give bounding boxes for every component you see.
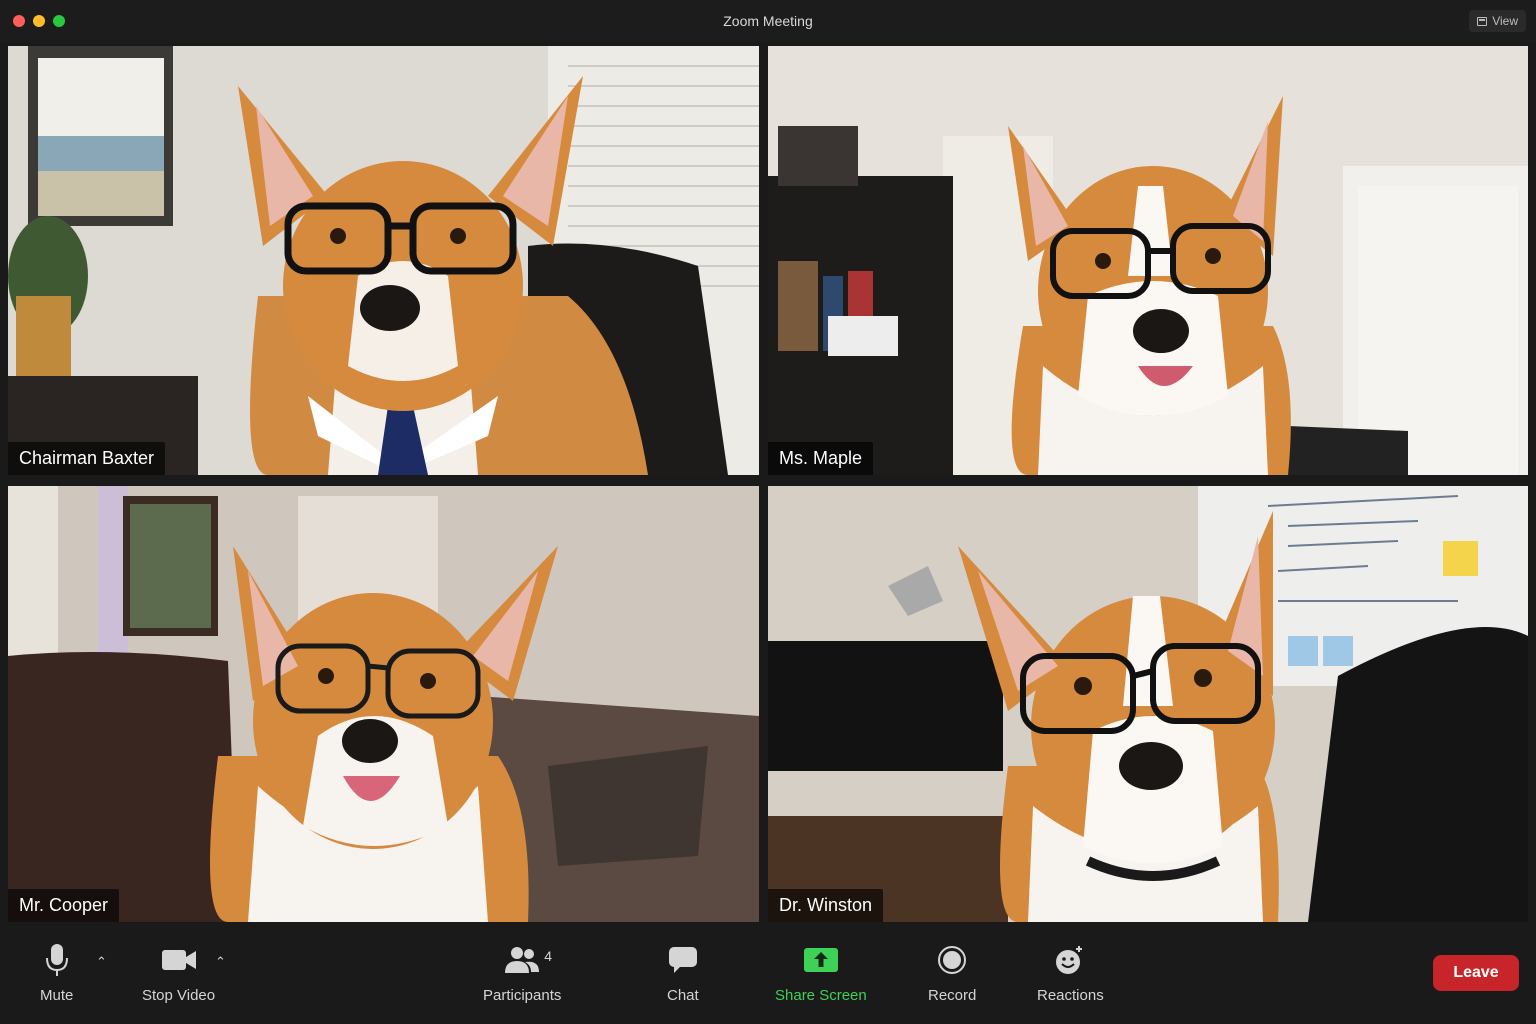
video-tile-ms-maple[interactable]: Ms. Maple — [768, 46, 1528, 475]
participants-label: Participants — [483, 987, 562, 1004]
gallery-view-icon — [1477, 16, 1488, 26]
participants-count: 4 — [544, 948, 552, 964]
video-feed-corgi-office — [768, 486, 1528, 922]
stop-video-label: Stop Video — [142, 987, 216, 1004]
share-screen-icon — [803, 942, 839, 978]
video-feed-corgi-living-room — [8, 486, 759, 922]
meeting-controls-toolbar: Mute ⌃ Stop Video ⌃ 4 Participants Chat … — [0, 926, 1536, 1024]
video-feed-corgi-suit — [8, 46, 759, 475]
leave-meeting-button[interactable]: Leave — [1433, 955, 1519, 991]
video-tile-mr-cooper[interactable]: Mr. Cooper — [8, 486, 759, 922]
chat-button[interactable]: Chat — [667, 942, 699, 1004]
video-tile-dr-winston[interactable]: Dr. Winston — [768, 486, 1528, 922]
video-feed-corgi-bookshelf — [768, 46, 1528, 475]
window-title: Zoom Meeting — [723, 13, 813, 29]
smiley-face-icon — [1054, 942, 1086, 978]
view-button-label: View — [1492, 14, 1518, 28]
record-button[interactable]: Record — [928, 942, 976, 1004]
chat-bubble-icon — [668, 942, 698, 978]
video-camera-icon — [161, 942, 197, 978]
participant-name-tag: Ms. Maple — [768, 442, 874, 475]
mute-label: Mute — [40, 987, 74, 1004]
mute-button[interactable]: Mute — [40, 942, 73, 1004]
video-options-caret-icon[interactable]: ⌃ — [215, 954, 226, 970]
share-screen-button[interactable]: Share Screen — [775, 942, 867, 1004]
participant-name-tag: Dr. Winston — [768, 889, 884, 922]
chat-label: Chat — [667, 987, 699, 1004]
participants-button[interactable]: 4 Participants — [483, 942, 561, 1004]
stop-video-button[interactable]: Stop Video — [142, 942, 215, 1004]
reactions-label: Reactions — [1037, 987, 1104, 1004]
audio-options-caret-icon[interactable]: ⌃ — [96, 954, 107, 970]
title-bar: Zoom Meeting View — [0, 0, 1536, 42]
participant-name-tag: Mr. Cooper — [8, 889, 120, 922]
zoom-window: Zoom Meeting View Chairman Baxter Ms. Ma… — [0, 0, 1536, 1024]
reactions-button[interactable]: Reactions — [1037, 942, 1104, 1004]
participants-icon: 4 — [504, 942, 552, 978]
microphone-icon — [45, 942, 69, 978]
record-icon — [937, 942, 967, 978]
view-button[interactable]: View — [1469, 10, 1526, 32]
share-screen-label: Share Screen — [775, 987, 867, 1004]
record-label: Record — [928, 987, 977, 1004]
video-tile-chairman-baxter[interactable]: Chairman Baxter — [8, 46, 759, 475]
participant-name-tag: Chairman Baxter — [8, 442, 166, 475]
